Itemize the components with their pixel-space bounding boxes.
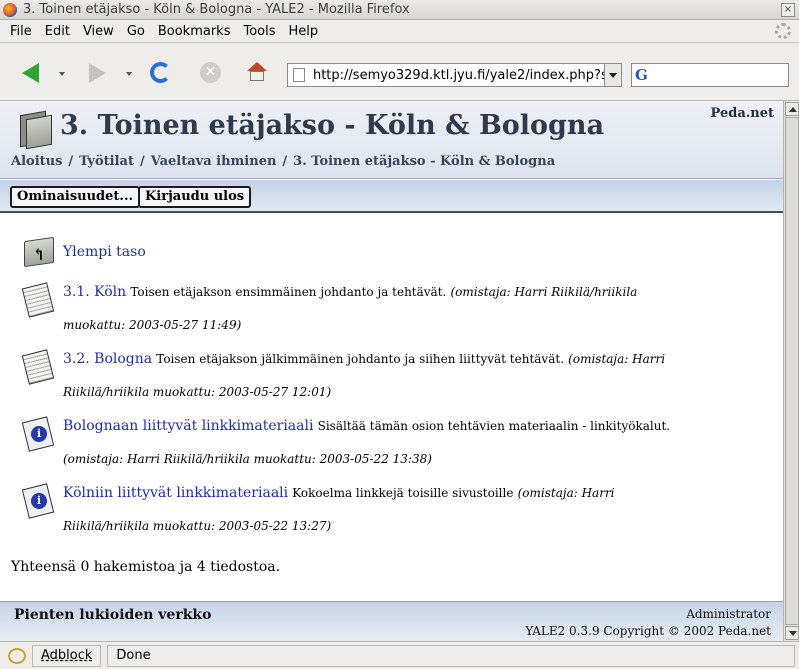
- menu-file[interactable]: File: [10, 24, 32, 39]
- item-meta: (omistaja: Harri: [517, 486, 615, 500]
- page-icon: [293, 68, 305, 82]
- parent-folder-icon[interactable]: ↰: [22, 233, 58, 269]
- scroll-down-icon[interactable]: [785, 626, 799, 640]
- breadcrumb-item-vaeltava-ihminen[interactable]: Vaeltava ihminen: [151, 154, 277, 169]
- item-link[interactable]: Bolognaan liittyvät linkkimateriaali: [63, 418, 313, 434]
- breadcrumb-item-tyotilat[interactable]: Työtilat: [79, 154, 134, 169]
- reload-icon[interactable]: [150, 62, 171, 83]
- item-description: Toisen etäjakson ensimmäinen johdanto ja…: [130, 285, 447, 299]
- item-description: Sisältää tämän osion tehtävien materiaal…: [317, 419, 671, 433]
- close-window-button[interactable]: ×: [781, 2, 795, 17]
- menu-view[interactable]: View: [83, 24, 114, 39]
- scroll-thumb[interactable]: [785, 117, 799, 625]
- navigation-toolbar: ✕ http://semyo329d.ktl.jyu.fi/yale2/inde…: [0, 43, 799, 101]
- throbber-icon: [775, 23, 791, 39]
- item-link[interactable]: Kölniin liittyvät linkkimateriaali: [63, 485, 288, 501]
- item-meta: (omistaja: Harri Riikilä/hriikila: [450, 285, 638, 299]
- stop-icon[interactable]: ✕: [200, 62, 221, 83]
- item-meta: (omistaja: Harri Riikilä/hriikila muokat…: [63, 452, 432, 466]
- document-icon[interactable]: [21, 282, 56, 319]
- home-icon[interactable]: [247, 62, 267, 82]
- breadcrumb-item-current[interactable]: 3. Toinen etäjakso - Köln & Bologna: [293, 154, 555, 169]
- footer-org-name: Pienten lukioiden verkko: [14, 607, 212, 623]
- status-text: Done: [107, 644, 795, 667]
- breadcrumb-separator: /: [68, 154, 74, 169]
- footer-user: Administrator: [686, 607, 771, 621]
- item-description: Kokoelma linkkejä toisille sivustoille: [292, 486, 514, 500]
- footer-copyright: YALE2 0.3.9 Copyright © 2002 Peda.net: [525, 624, 771, 638]
- back-history-chevron-icon[interactable]: [59, 72, 65, 76]
- back-arrow-icon[interactable]: [22, 63, 39, 83]
- item-description: Toisen etäjakson jälkimmäinen johdanto j…: [156, 352, 565, 366]
- site-name-link[interactable]: Peda.net: [711, 106, 774, 121]
- firefox-icon: [3, 2, 17, 17]
- forward-history-chevron-icon[interactable]: [126, 72, 132, 76]
- item-meta: (omistaja: Harri: [568, 352, 666, 366]
- properties-button[interactable]: Ominaisuudet...: [10, 186, 140, 208]
- statusbar: Adblock Done: [0, 641, 799, 669]
- search-input[interactable]: G: [631, 63, 789, 87]
- item-meta: Riikilä/hriikila muokattu: 2003-05-27 12…: [63, 385, 332, 399]
- listing-summary: Yhteensä 0 hakemistoa ja 4 tiedostoa.: [11, 559, 281, 575]
- logout-button[interactable]: Kirjaudu ulos: [138, 186, 252, 208]
- forward-arrow-icon[interactable]: [89, 63, 106, 83]
- menu-tools[interactable]: Tools: [243, 24, 275, 39]
- page-footer: Pienten lukioiden verkko Administrator Y…: [0, 601, 783, 641]
- page-content: 3. Toinen etäjakso - Köln & Bologna Peda…: [0, 101, 783, 641]
- url-text: http://semyo329d.ktl.jyu.fi/yale2/index.…: [312, 67, 607, 83]
- item-meta: muokattu: 2003-05-27 11:49): [63, 318, 242, 332]
- security-icon[interactable]: [8, 647, 26, 664]
- google-search-icon[interactable]: G: [635, 67, 651, 83]
- breadcrumb-item-aloitus[interactable]: Aloitus: [11, 154, 62, 169]
- page-header: 3. Toinen etäjakso - Köln & Bologna Peda…: [0, 101, 783, 179]
- vertical-scrollbar[interactable]: [783, 101, 799, 641]
- url-input[interactable]: http://semyo329d.ktl.jyu.fi/yale2/index.…: [287, 63, 608, 87]
- menu-help[interactable]: Help: [289, 24, 319, 39]
- breadcrumb-separator: /: [139, 154, 145, 169]
- menu-bookmarks[interactable]: Bookmarks: [158, 24, 231, 39]
- menu-go[interactable]: Go: [127, 24, 145, 39]
- item-meta: Riikilä/hriikila muokattu: 2003-05-22 13…: [63, 519, 332, 533]
- breadcrumb-separator: /: [282, 154, 288, 169]
- menu-edit[interactable]: Edit: [45, 24, 70, 39]
- breadcrumb: Aloitus / Työtilat / Vaeltava ihminen / 3. Toi…: [11, 154, 555, 169]
- item-link[interactable]: 3.1. Köln: [63, 284, 126, 300]
- window-titlebar: 3. Toinen etäjakso - Köln & Bologna - YA…: [0, 0, 799, 20]
- up-level-link[interactable]: Ylempi taso: [63, 244, 146, 260]
- document-icon[interactable]: [21, 349, 56, 386]
- folder-icon: [18, 110, 52, 150]
- item-link[interactable]: 3.2. Bologna: [63, 351, 152, 367]
- info-icon[interactable]: i: [21, 483, 56, 520]
- menubar: File Edit View Go Bookmarks Tools Help: [0, 20, 799, 43]
- info-icon[interactable]: i: [21, 416, 56, 453]
- scroll-up-icon[interactable]: [785, 102, 799, 116]
- action-bar: Ominaisuudet... Kirjaudu ulos: [0, 180, 783, 213]
- up-level-row: ↰ Ylempi taso: [22, 233, 722, 269]
- adblock-button[interactable]: Adblock: [32, 644, 102, 667]
- url-history-dropdown[interactable]: [604, 63, 622, 87]
- page-title: 3. Toinen etäjakso - Köln & Bologna: [60, 110, 605, 141]
- window-title: 3. Toinen etäjakso - Köln & Bologna - YA…: [23, 2, 410, 17]
